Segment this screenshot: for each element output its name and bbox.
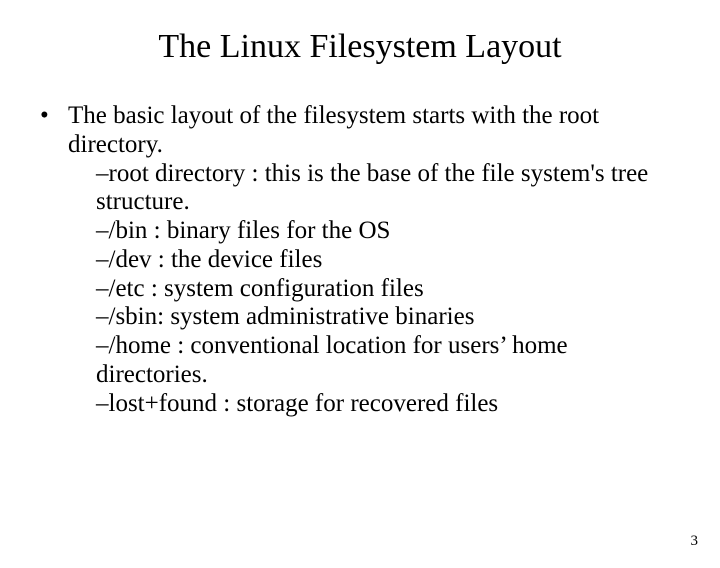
subitem: –lost+found : storage for recovered file… bbox=[96, 390, 680, 419]
subitem: –/dev : the device files bbox=[96, 246, 680, 275]
subitem: –/home : conventional location for users… bbox=[96, 332, 680, 390]
bullet-lead-text: The basic layout of the filesystem start… bbox=[68, 102, 599, 158]
subitem: –/sbin: system administrative binaries bbox=[96, 303, 680, 332]
bullet-item: • The basic layout of the filesystem sta… bbox=[40, 102, 680, 418]
subitem: –root directory : this is the base of th… bbox=[96, 160, 680, 218]
bullet-content: The basic layout of the filesystem start… bbox=[68, 102, 680, 418]
bullet-marker: • bbox=[40, 102, 68, 131]
slide-title: The Linux Filesystem Layout bbox=[0, 28, 720, 66]
subitem: –/etc : system configuration files bbox=[96, 275, 680, 304]
slide: The Linux Filesystem Layout • The basic … bbox=[0, 28, 720, 568]
slide-body: • The basic layout of the filesystem sta… bbox=[0, 102, 720, 418]
bullet-sublist: –root directory : this is the base of th… bbox=[68, 160, 680, 419]
page-number: 3 bbox=[691, 533, 699, 550]
subitem: –/bin : binary files for the OS bbox=[96, 217, 680, 246]
